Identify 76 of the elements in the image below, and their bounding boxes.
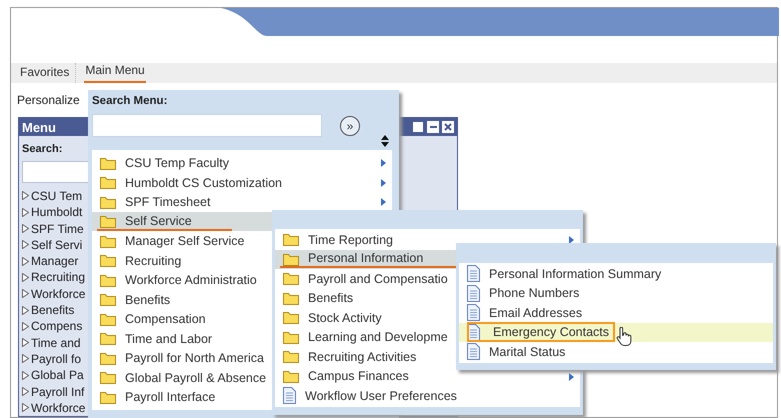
folder-icon <box>100 274 116 286</box>
menu-item[interactable]: Compensation <box>125 311 206 327</box>
menu-item[interactable]: Time Reporting <box>308 232 393 248</box>
folder-icon <box>100 176 116 189</box>
menu-item[interactable]: Humboldt <box>31 203 82 222</box>
menu-item[interactable]: Recruiting <box>125 252 182 268</box>
folder-icon <box>100 371 116 384</box>
close-icon[interactable] <box>442 121 454 134</box>
folder-icon <box>100 234 116 248</box>
folder-icon <box>283 330 299 344</box>
document-icon <box>467 284 480 302</box>
folder-icon <box>100 254 116 267</box>
menu-item[interactable]: Marital Status <box>489 344 566 360</box>
menu-item[interactable]: Workforce <box>31 284 86 303</box>
menu-item[interactable]: CSU Temp Faculty <box>125 155 229 171</box>
folder-icon <box>100 196 116 208</box>
refresh-icon[interactable] <box>412 121 424 134</box>
folder-icon <box>283 350 299 364</box>
menu-item[interactable]: Phone Numbers <box>489 285 580 302</box>
menu-item[interactable]: Self Servi <box>31 236 82 254</box>
menu-item[interactable]: Payroll fo <box>31 350 82 368</box>
menu-item[interactable]: CSU Tem <box>31 187 82 205</box>
folder-icon <box>283 292 299 305</box>
menu-item[interactable]: Manager Self Service <box>125 233 245 249</box>
menu-item[interactable]: Manager <box>31 252 78 270</box>
folder-icon <box>100 312 116 326</box>
menu-item[interactable]: Payroll for North America <box>125 350 264 366</box>
menu-item[interactable]: Workflow User Preferences <box>305 388 457 404</box>
nav-tab[interactable]: Favorites <box>19 63 76 84</box>
menu-item[interactable]: Learning and Developme <box>308 329 448 346</box>
menu-item[interactable]: Campus Finances <box>308 368 409 384</box>
menu-item[interactable]: Time and Labor <box>125 330 212 346</box>
menu-item[interactable]: SPF Timesheet <box>125 194 210 210</box>
menu-item[interactable]: Stock Activity <box>308 310 382 326</box>
folder-icon <box>283 252 299 266</box>
search-label: Search: <box>22 142 62 158</box>
portlet-title: Menu <box>22 118 56 137</box>
search-menu-label: Search Menu: <box>92 94 168 109</box>
menu-item[interactable]: Global Payroll & Absence <box>125 370 266 386</box>
folder-icon <box>100 352 116 364</box>
menu-item[interactable]: Recruiting <box>31 268 86 286</box>
folder-icon <box>100 156 116 170</box>
menu-item[interactable]: Payroll and Compensatio <box>308 270 448 287</box>
menu-item[interactable]: Workforce Administratio <box>125 272 257 288</box>
menu-item[interactable]: Workforce <box>31 398 86 417</box>
menu-item[interactable]: Personal Information Summary <box>489 266 662 282</box>
menu-item[interactable]: Humboldt CS Customization <box>125 174 282 190</box>
menu-item[interactable]: Email Addresses <box>489 304 582 321</box>
folder-icon <box>100 293 116 306</box>
document-icon <box>283 387 296 404</box>
menu-item[interactable]: Global Pa <box>31 366 84 384</box>
folder-icon <box>283 272 299 286</box>
menu-item[interactable]: Compens <box>31 317 82 336</box>
menu-item[interactable]: Benefits <box>125 292 170 308</box>
folder-icon <box>100 390 116 404</box>
menu-item[interactable]: Payroll Interface <box>125 389 216 405</box>
folder-icon <box>100 215 116 228</box>
nav-tab[interactable]: Main Menu <box>84 61 146 84</box>
menu-item[interactable]: Benefits <box>31 301 74 320</box>
personalize-link[interactable]: Personalize <box>17 91 80 110</box>
menu-item[interactable]: Payroll Inf <box>31 382 84 401</box>
sort-arrows-icon[interactable] <box>381 135 389 148</box>
search-menu-field[interactable] <box>92 114 322 138</box>
folder-icon <box>283 311 299 324</box>
folder-icon <box>283 370 299 383</box>
menu-item[interactable]: Recruiting Activities <box>308 348 416 365</box>
folder-icon <box>100 332 116 345</box>
menu-item[interactable]: SPF Time <box>31 220 84 238</box>
document-icon <box>467 265 480 282</box>
go-button[interactable]: » <box>340 116 360 136</box>
menu-item[interactable]: Time and <box>31 334 81 352</box>
menu-item[interactable]: Benefits <box>308 290 354 306</box>
document-icon <box>467 343 480 360</box>
document-icon <box>467 304 480 322</box>
hand-cursor-icon <box>616 327 632 348</box>
minimize-icon[interactable] <box>427 121 439 134</box>
